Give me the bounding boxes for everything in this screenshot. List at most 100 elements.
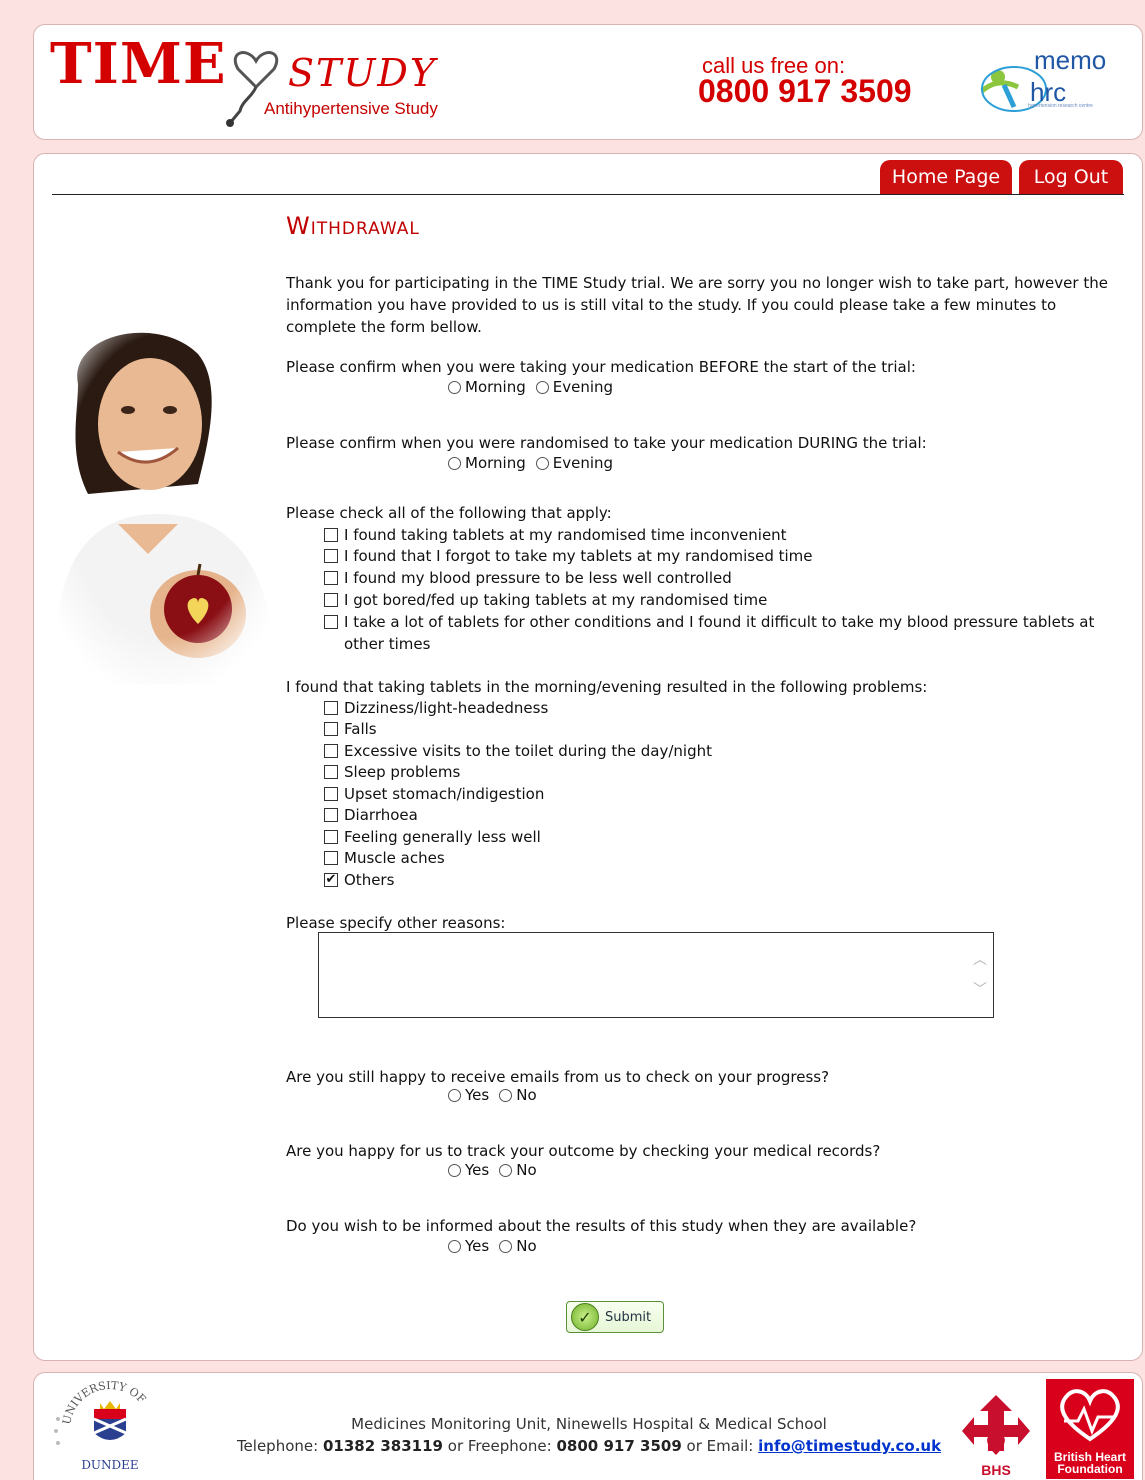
checkbox-label: Dizziness/light-headedness — [344, 699, 549, 717]
radio-label: Yes — [465, 1237, 490, 1255]
problem-checkbox-row[interactable]: Muscle aches — [324, 847, 1124, 869]
checkbox[interactable] — [324, 787, 338, 801]
email-link[interactable]: info@timestudy.co.uk — [758, 1437, 941, 1455]
logo-study-text: STUDY — [288, 51, 437, 95]
radio-group-before: Morning Evening — [448, 378, 613, 396]
apply-checkbox-row[interactable]: I found that I forgot to take my tablets… — [324, 545, 1124, 567]
british-heart-foundation-logo: British Heart Foundation — [1046, 1379, 1134, 1479]
radio-label: Yes — [465, 1161, 490, 1179]
checkbox[interactable] — [324, 744, 338, 758]
radio-button[interactable] — [499, 1163, 513, 1177]
checkbox[interactable] — [324, 722, 338, 736]
radio-button[interactable] — [448, 380, 461, 394]
problem-checkbox-row[interactable]: Dizziness/light-headedness — [324, 697, 1124, 719]
radio-label: No — [516, 1237, 537, 1255]
site-footer: UNIVERSITY OF DUNDEE Medicines Monitorin… — [33, 1372, 1143, 1480]
checkbox[interactable] — [324, 593, 338, 607]
tab-home-page[interactable]: Home Page — [880, 160, 1012, 194]
apply-checkbox-row[interactable]: I got bored/fed up taking tablets at my … — [324, 589, 1124, 611]
problem-checkbox-row[interactable]: Diarrhoea — [324, 804, 1124, 826]
apply-checkbox-row[interactable]: I found taking tablets at my randomised … — [324, 524, 1124, 546]
checkbox-checked[interactable]: ✔ — [324, 873, 338, 887]
radio-button[interactable] — [499, 1088, 513, 1102]
problem-checkbox-row[interactable]: Excessive visits to the toilet during th… — [324, 740, 1124, 762]
apply-checkbox-row[interactable]: I found my blood pressure to be less wel… — [324, 567, 1124, 589]
checkbox[interactable] — [324, 571, 338, 585]
checkbox-label: I got bored/fed up taking tablets at my … — [344, 591, 768, 609]
radio-button[interactable] — [535, 456, 549, 470]
nav-divider — [52, 194, 1124, 195]
radio-option-yes[interactable]: Yes — [448, 1237, 489, 1255]
radio-label: No — [516, 1161, 537, 1179]
problem-checkbox-row[interactable]: Sleep problems — [324, 761, 1124, 783]
page-title: Withdrawal — [286, 212, 420, 240]
checkbox-label: I found my blood pressure to be less wel… — [344, 569, 732, 587]
checkbox[interactable] — [324, 851, 338, 865]
question-results: Do you wish to be informed about the res… — [286, 1217, 917, 1235]
radio-button[interactable] — [499, 1239, 513, 1253]
radio-option-morning[interactable]: Morning — [448, 454, 526, 472]
question-emails: Are you still happy to receive emails fr… — [286, 1068, 830, 1086]
radio-label: Evening — [552, 378, 614, 396]
question-before: Please confirm when you were taking your… — [286, 358, 916, 376]
checkbox-label: Muscle aches — [344, 849, 445, 867]
problem-checkbox-row-others[interactable]: ✔ Others — [324, 869, 1124, 891]
radio-label: Evening — [552, 454, 614, 472]
scroll-up-icon[interactable]: ︿ — [973, 949, 987, 969]
bhf-label: British Heart Foundation — [1053, 1450, 1127, 1476]
radio-option-no[interactable]: No — [499, 1237, 537, 1255]
checkbox[interactable] — [324, 830, 338, 844]
other-reasons-textarea[interactable]: ︿ ﹀ — [318, 932, 994, 1018]
radio-label: No — [516, 1086, 537, 1104]
email-label: or Email: — [686, 1437, 754, 1455]
checkbox-label: I found that I forgot to take my tablets… — [344, 547, 813, 565]
checkbox[interactable] — [324, 528, 338, 542]
radio-group-emails: Yes No — [448, 1086, 537, 1104]
radio-button[interactable] — [448, 1239, 461, 1253]
intro-text: Thank you for participating in the TIME … — [286, 274, 1108, 336]
radio-button[interactable] — [448, 456, 461, 470]
checkbox[interactable] — [324, 701, 338, 715]
radio-label: Yes — [465, 1086, 490, 1104]
radio-option-evening[interactable]: Evening — [535, 378, 614, 396]
memo-logo-text: memo — [1034, 45, 1107, 75]
problem-checkbox-row[interactable]: Feeling generally less well — [324, 826, 1124, 848]
checkbox-label: I found taking tablets at my randomised … — [344, 526, 787, 544]
checkbox[interactable] — [324, 615, 338, 629]
checkbox-label: Sleep problems — [344, 763, 461, 781]
checkbox-label: Upset stomach/indigestion — [344, 785, 545, 803]
checkbox-label: Excessive visits to the toilet during th… — [344, 742, 712, 760]
question-apply: Please check all of the following that a… — [286, 504, 612, 522]
radio-group-during: Morning Evening — [448, 454, 613, 472]
memo-small-text: hypertension research centre — [1028, 103, 1093, 109]
tab-log-out[interactable]: Log Out — [1019, 160, 1123, 194]
telephone-number: 01382 383119 — [322, 1437, 443, 1455]
radio-option-no[interactable]: No — [499, 1086, 537, 1104]
problem-checkbox-row[interactable]: Upset stomach/indigestion — [324, 783, 1124, 805]
problem-checkbox-row[interactable]: Falls — [324, 718, 1124, 740]
scroll-down-icon[interactable]: ﹀ — [973, 979, 987, 999]
radio-option-yes[interactable]: Yes — [448, 1086, 489, 1104]
radio-button[interactable] — [448, 1088, 461, 1102]
submit-button[interactable]: ✓ Submit — [566, 1301, 664, 1333]
checkbox-label: Falls — [344, 720, 377, 738]
hrc-logo-text: hrc — [1030, 77, 1067, 107]
radio-option-yes[interactable]: Yes — [448, 1161, 489, 1179]
radio-button[interactable] — [535, 380, 549, 394]
heart-pulse-icon — [1060, 1389, 1120, 1442]
question-during: Please confirm when you were randomised … — [286, 434, 927, 452]
checkbox[interactable] — [324, 765, 338, 779]
radio-option-evening[interactable]: Evening — [535, 454, 614, 472]
freephone-label: or Freephone: — [447, 1437, 552, 1455]
bhs-label: BHS — [981, 1462, 1011, 1478]
question-specify: Please specify other reasons: — [286, 914, 506, 932]
apply-checkbox-row[interactable]: I take a lot of tablets for other condit… — [324, 611, 1124, 655]
checkbox[interactable] — [324, 549, 338, 563]
radio-button[interactable] — [448, 1163, 461, 1177]
radio-option-morning[interactable]: Morning — [448, 378, 526, 396]
radio-group-records: Yes No — [448, 1161, 537, 1179]
site-header: TIME STUDY Antihypertensive Study call u… — [33, 24, 1143, 140]
checkbox-label: Feeling generally less well — [344, 828, 541, 846]
radio-option-no[interactable]: No — [499, 1161, 537, 1179]
checkbox[interactable] — [324, 808, 338, 822]
